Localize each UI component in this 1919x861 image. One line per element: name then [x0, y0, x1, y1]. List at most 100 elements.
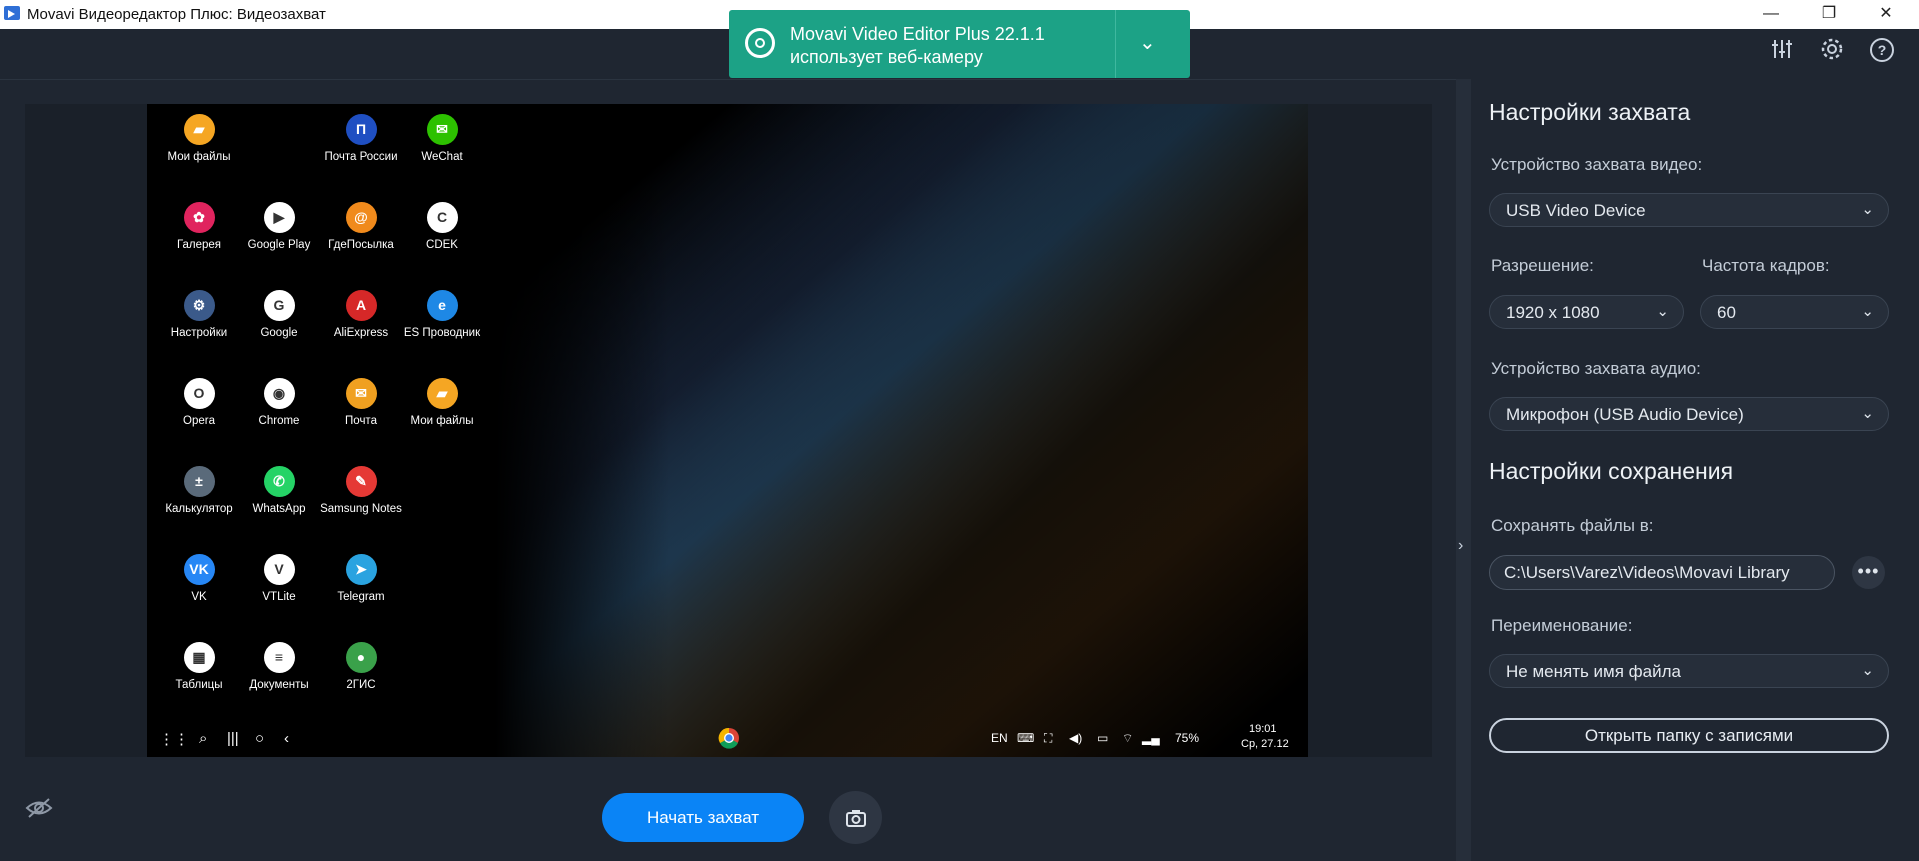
app-icon: ●: [345, 642, 377, 673]
app-label: VK: [191, 591, 207, 603]
minimize-button[interactable]: —: [1747, 0, 1795, 29]
audio-device-label: Устройство захвата аудио:: [1491, 359, 1701, 378]
app-label: Калькулятор: [165, 503, 233, 515]
app-icon: G: [263, 290, 295, 321]
chevron-right-icon[interactable]: ›: [1458, 537, 1463, 555]
app-icon-item: ✉ Почта: [320, 378, 402, 429]
resolution-select[interactable]: 1920 x 1080 ⌄: [1489, 295, 1684, 329]
signal-icon: ▂▄: [1142, 731, 1160, 745]
app-label: Chrome: [258, 415, 300, 427]
app-label: Почта: [345, 415, 377, 427]
app-label: VTLite: [262, 591, 296, 603]
app-icon: ▰: [183, 114, 215, 145]
chevron-down-icon: ⌄: [1861, 662, 1874, 679]
hide-preview-icon[interactable]: [25, 797, 53, 819]
notification-text: использует веб-камеру: [790, 47, 983, 67]
chevron-down-icon: ⌄: [1861, 405, 1874, 422]
notification-divider: [1115, 10, 1116, 78]
app-icon-item: ± Калькулятор: [158, 466, 240, 517]
app-logo-icon: [4, 6, 20, 20]
home-icon: ○: [255, 730, 265, 747]
back-icon: ‹: [284, 730, 289, 747]
start-capture-button[interactable]: Начать захват: [602, 793, 804, 842]
snapshot-button[interactable]: [829, 791, 882, 844]
webcam-notification[interactable]: Movavi Video Editor Plus 22.1.1 использу…: [729, 10, 1190, 78]
framerate-select[interactable]: 60 ⌄: [1700, 295, 1889, 329]
svg-text:?: ?: [1878, 42, 1887, 58]
app-icon: VK: [183, 554, 215, 585]
chevron-down-icon: ⌄: [1861, 303, 1874, 320]
app-label: Samsung Notes: [320, 503, 402, 515]
app-label: Мои файлы: [167, 151, 231, 163]
help-icon[interactable]: ?: [1867, 37, 1897, 67]
app-label: Документы: [249, 679, 309, 691]
app-label: CDEK: [426, 239, 458, 251]
app-icon: @: [345, 202, 377, 233]
app-label: Opera: [183, 415, 215, 427]
app-label: Галерея: [176, 239, 222, 251]
sliders-icon[interactable]: [1767, 37, 1797, 67]
app-icon-item: VK VK: [158, 554, 240, 605]
chevron-down-icon: ⌄: [1861, 201, 1874, 218]
clock-time: 19:01: [1249, 723, 1277, 735]
app-icon-item: ➤ Telegram: [320, 554, 402, 605]
app-label: Таблицы: [175, 679, 223, 691]
app-icon: ✉: [426, 114, 458, 145]
app-icon: e: [426, 290, 458, 321]
app-icon: ✎: [345, 466, 377, 497]
audio-device-select[interactable]: Микрофон (USB Audio Device) ⌄: [1489, 397, 1889, 431]
app-label: AliExpress: [333, 327, 389, 339]
app-label: Почта России: [324, 151, 398, 163]
webcam-icon: [745, 28, 775, 58]
chrome-icon: [718, 727, 740, 753]
app-icon-item: ▶ Google Play: [238, 202, 320, 253]
app-icon-item: П Почта России: [320, 114, 402, 165]
open-recordings-folder-button[interactable]: Открыть папку с записями: [1489, 718, 1889, 753]
app-icon: П: [345, 114, 377, 145]
close-button[interactable]: ✕: [1862, 0, 1910, 29]
app-label: ES Проводник: [403, 327, 481, 339]
app-icon: ≡: [263, 642, 295, 673]
notification-icon: ▭: [1097, 731, 1109, 745]
clock-date: Ср, 27.12: [1241, 738, 1289, 750]
app-icon-item: C CDEK: [401, 202, 483, 253]
chevron-down-icon[interactable]: ⌄: [1139, 30, 1156, 55]
app-icon: ⚙: [183, 290, 215, 321]
screenshot-icon: ⛶: [1044, 731, 1053, 745]
save-to-label: Сохранять файлы в:: [1491, 516, 1654, 535]
volume-icon: ◀): [1069, 731, 1083, 745]
maximize-button[interactable]: ❐: [1805, 0, 1853, 29]
save-path-field[interactable]: C:\Users\Varez\Videos\Movavi Library: [1489, 555, 1835, 590]
gear-icon[interactable]: [1817, 37, 1847, 67]
app-icon: ✿: [183, 202, 215, 233]
resolution-label: Разрешение:: [1491, 256, 1594, 275]
browse-button[interactable]: •••: [1852, 556, 1885, 589]
panel-splitter[interactable]: ›: [1456, 79, 1471, 861]
window-title: Movavi Видеоредактор Плюс: Видеозахват: [27, 6, 326, 23]
video-device-select[interactable]: USB Video Device ⌄: [1489, 193, 1889, 227]
app-label: Telegram: [337, 591, 385, 603]
video-device-label: Устройство захвата видео:: [1491, 155, 1703, 174]
app-icon-item: ▰ Мои файлы: [158, 114, 240, 165]
chevron-down-icon: ⌄: [1656, 303, 1669, 320]
app-label: Настройки: [170, 327, 228, 339]
app-label: Google Play: [247, 239, 311, 251]
app-icon-item: ▰ Мои файлы: [401, 378, 483, 429]
app-icon-item: ✉ WeChat: [401, 114, 483, 165]
app-icon: A: [345, 290, 377, 321]
wifi-icon: ⌔: [1122, 731, 1134, 745]
rename-label: Переименование:: [1491, 616, 1633, 635]
framerate-label: Частота кадров:: [1702, 256, 1830, 275]
app-icon: ▶: [263, 202, 295, 233]
app-icon-item: ◉ Chrome: [238, 378, 320, 429]
app-icon-item: ✆ WhatsApp: [238, 466, 320, 517]
app-icon-item: A AliExpress: [320, 290, 402, 341]
app-label: WhatsApp: [252, 503, 306, 515]
app-icon: ✉: [345, 378, 377, 409]
app-icon-item: G Google: [238, 290, 320, 341]
app-label: WeChat: [421, 151, 463, 163]
app-icon-item: ▦ Таблицы: [158, 642, 240, 693]
app-icon-item: O Opera: [158, 378, 240, 429]
rename-select[interactable]: Не менять имя файла ⌄: [1489, 654, 1889, 688]
app-label: 2ГИС: [346, 679, 376, 691]
